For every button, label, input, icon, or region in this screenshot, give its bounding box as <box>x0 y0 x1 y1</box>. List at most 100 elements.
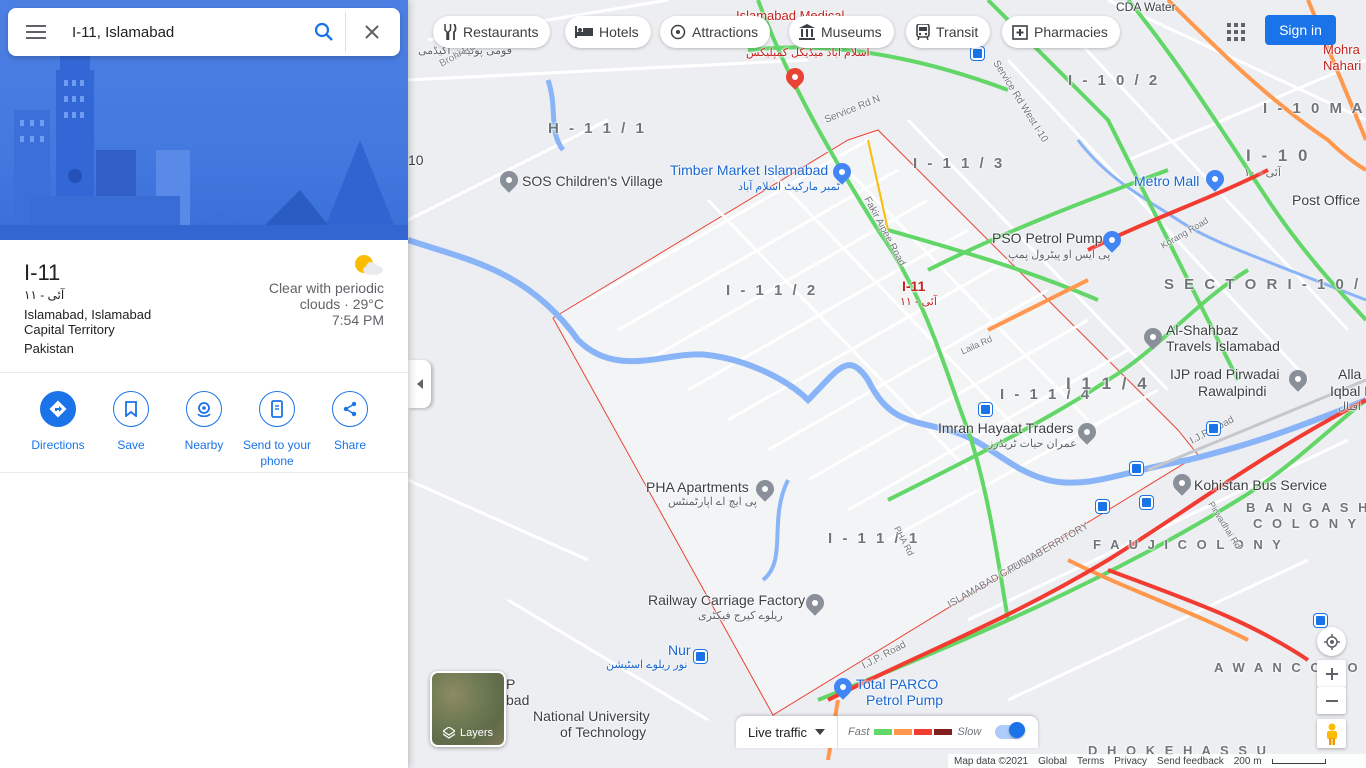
i11-center-label: I-11 <box>902 278 926 294</box>
total-parco-label[interactable]: Total PARCO <box>856 676 938 692</box>
pegman-button[interactable] <box>1317 719 1346 748</box>
p-label: P <box>506 676 516 692</box>
bus-stop-icon[interactable] <box>1130 462 1143 475</box>
send-feedback-link[interactable]: Send feedback <box>1157 756 1224 767</box>
sector-i10-label: I - 1 0 <box>1246 146 1311 165</box>
chip-transit[interactable]: Transit <box>906 16 991 48</box>
nur-urdu-label: نور ریلوے اسٹیشن <box>606 659 688 671</box>
nearby-label: Nearby <box>184 438 224 452</box>
chip-hotels[interactable]: Hotels <box>565 16 651 48</box>
railway-carriage-label[interactable]: Railway Carriage Factory <box>648 592 805 608</box>
share-label: Share <box>333 438 367 452</box>
pegman-icon <box>1326 723 1337 745</box>
map-data-label: Map data ©2021 <box>954 755 1029 767</box>
directions-label: Directions <box>31 438 85 452</box>
legend-slow-label: Slow <box>957 726 982 738</box>
nut-label[interactable]: National University <box>533 708 650 724</box>
chevron-down-icon <box>815 729 826 735</box>
al-shahbaz-label[interactable]: Al-Shahbaz <box>1166 322 1238 338</box>
map-footer: Map data ©2021 Global Terms Privacy Send… <box>948 754 1366 768</box>
bus-stop-icon[interactable] <box>1140 496 1153 509</box>
clear-search-button[interactable] <box>346 12 398 52</box>
chip-pharmacies[interactable]: Pharmacies <box>1002 16 1120 48</box>
phone-icon <box>271 400 283 418</box>
global-link[interactable]: Global <box>1038 756 1067 767</box>
layers-label-row: Layers <box>432 727 504 739</box>
layers-label: Layers <box>459 727 494 739</box>
zoom-out-button[interactable] <box>1317 687 1346 714</box>
cda-water-label: CDA Water <box>1116 0 1176 14</box>
traffic-toggle[interactable] <box>995 722 1026 739</box>
fauji-colony-label: F A U J I C O L O N Y <box>1093 537 1284 552</box>
bus-stop-icon[interactable] <box>1314 614 1327 627</box>
save-button[interactable]: Save <box>91 391 171 453</box>
bus-stop-icon[interactable] <box>1096 500 1109 513</box>
restaurant-icon <box>443 24 457 40</box>
nearby-button[interactable]: Nearby <box>164 391 244 453</box>
pha-apartments-label[interactable]: PHA Apartments <box>646 479 749 495</box>
search-button[interactable] <box>302 12 346 52</box>
legend-medium-swatch <box>894 729 913 735</box>
scale-label[interactable]: 200 m <box>1234 756 1262 767</box>
al-shahbaz-label-2[interactable]: Travels Islamabad <box>1166 338 1280 354</box>
my-location-button[interactable] <box>1317 627 1346 656</box>
bus-stop-icon[interactable] <box>971 47 984 60</box>
search-icon <box>314 22 333 41</box>
hamburger-icon <box>26 25 46 39</box>
side-panel: I-11 آئی - ١١ Islamabad, Islamabad Capit… <box>0 0 408 768</box>
chip-hotels-label: Hotels <box>599 24 639 40</box>
ijp-pirwadai-label-2[interactable]: Rawalpindi <box>1198 383 1266 399</box>
chip-restaurants[interactable]: Restaurants <box>433 16 551 48</box>
chip-transit-label: Transit <box>936 24 979 40</box>
share-button[interactable]: Share <box>310 391 390 453</box>
timber-market-urdu-label: ٹمبر مارکیٹ اسلام آباد <box>738 181 840 193</box>
iqbal-urdu-label: اقبال <box>1338 401 1361 413</box>
kohistan-label[interactable]: Kohistan Bus Service <box>1194 477 1327 493</box>
sector-h11-1-label: H - 1 1 / 1 <box>548 120 647 137</box>
timber-market-label[interactable]: Timber Market Islamabad <box>670 162 828 178</box>
chip-attractions[interactable]: Attractions <box>660 16 771 48</box>
sign-in-button[interactable]: Sign in <box>1265 15 1336 45</box>
collapse-panel-button[interactable] <box>408 360 431 408</box>
bookmark-icon <box>125 401 137 417</box>
save-label: Save <box>117 438 145 452</box>
transit-icon <box>916 24 930 40</box>
traffic-mode-select[interactable]: Live traffic <box>736 716 839 748</box>
nut-label-2[interactable]: of Technology <box>560 724 646 740</box>
search-input[interactable] <box>72 12 302 52</box>
map-canvas[interactable]: قومی پولیس اکیڈمی Brohi Rd Islamabad Med… <box>408 0 1366 768</box>
bus-stop-icon[interactable] <box>1207 422 1220 435</box>
privacy-link[interactable]: Privacy <box>1114 756 1147 767</box>
place-address-line2: Capital Territory <box>24 322 115 337</box>
pso-urdu-label: پی ایس او پیٹرول پمپ <box>1008 249 1111 261</box>
menu-button[interactable] <box>8 8 64 56</box>
pso-label[interactable]: PSO Petrol Pump <box>992 230 1103 246</box>
metro-mall-label[interactable]: Metro Mall <box>1134 173 1199 189</box>
total-parco-label-2[interactable]: Petrol Pump <box>866 692 943 708</box>
pha-apartments-urdu-label: پی ایچ اے اپارٹمنٹس <box>668 496 757 508</box>
sos-label[interactable]: SOS Children's Village <box>522 173 663 189</box>
directions-button[interactable]: Directions <box>18 391 98 453</box>
place-title: I-11 <box>24 260 61 285</box>
bus-stop-icon[interactable] <box>979 403 992 416</box>
nur-label[interactable]: Nur <box>668 642 691 658</box>
legend-slow-swatch <box>914 729 933 735</box>
nur-station-icon[interactable] <box>694 650 707 663</box>
google-apps-button[interactable] <box>1222 18 1250 46</box>
traffic-legend: Fast Slow <box>838 726 991 738</box>
sector-i10-1-label: S E C T O R I - 1 0 / 1 <box>1164 276 1366 293</box>
chip-attractions-label: Attractions <box>692 24 759 40</box>
terms-link[interactable]: Terms <box>1077 756 1104 767</box>
sector-i10-2-label: I - 1 0 / 2 <box>1068 72 1161 89</box>
my-location-icon <box>1323 633 1340 650</box>
post-office-label[interactable]: Post Office <box>1292 192 1360 208</box>
zoom-in-button[interactable] <box>1317 660 1346 687</box>
iqbal-label: Iqbal P <box>1330 383 1366 399</box>
send-to-phone-button[interactable]: Send to your phone <box>237 391 317 469</box>
ijp-pirwadai-label[interactable]: IJP road Pirwadai <box>1170 366 1279 382</box>
chip-museums[interactable]: Museums <box>789 16 894 48</box>
layers-button[interactable]: Layers <box>430 671 506 747</box>
imran-traders-label[interactable]: Imran Hayaat Traders <box>938 420 1073 436</box>
imran-traders-urdu-label: عمران حیات ٹریڈرز <box>988 438 1077 450</box>
museum-icon <box>799 24 815 40</box>
